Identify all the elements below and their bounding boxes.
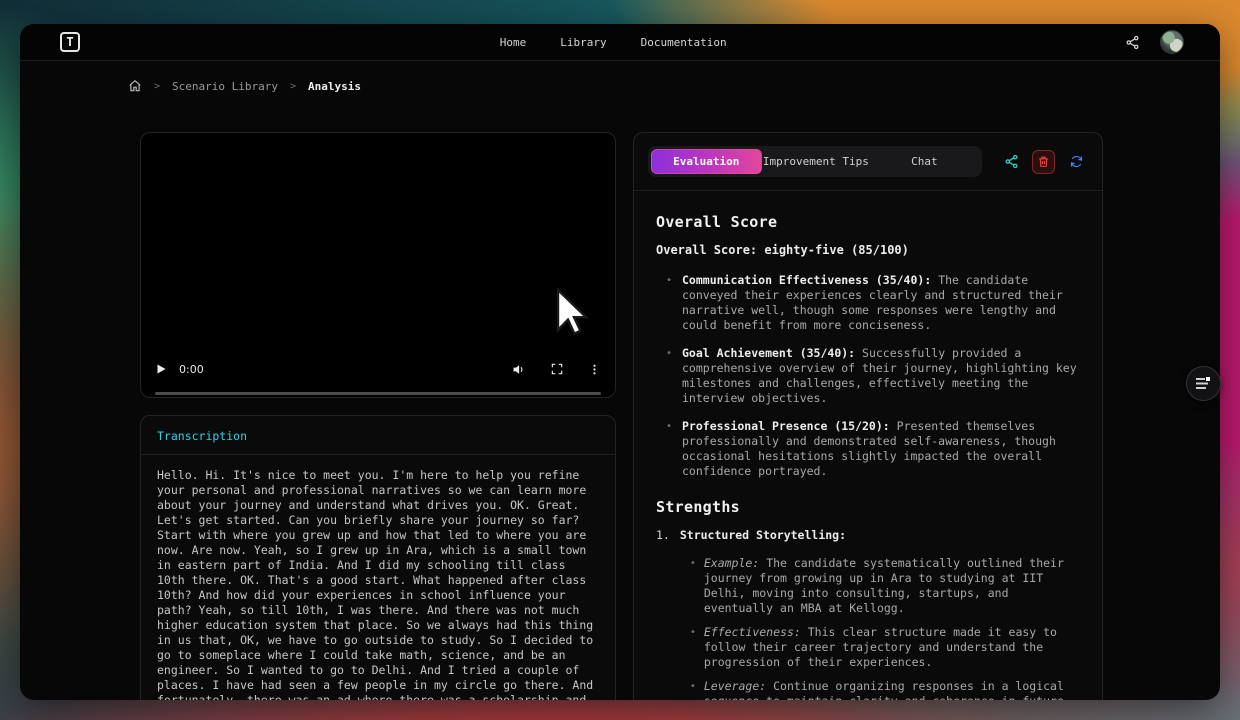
delete-button[interactable]	[1032, 150, 1055, 174]
volume-icon[interactable]	[511, 362, 526, 377]
strength-points: Example: The candidate systematically ou…	[692, 556, 1080, 700]
strength-title: Structured Storytelling:	[680, 528, 846, 542]
breadcrumb-separator: >	[154, 81, 160, 92]
breadcrumb-separator: >	[290, 81, 296, 92]
strength-point: Example: The candidate systematically ou…	[692, 556, 1080, 616]
breadcrumb-analysis: Analysis	[308, 80, 361, 93]
share-analysis-icon[interactable]	[1000, 150, 1023, 174]
nav-item-documentation[interactable]: Documentation	[641, 36, 727, 49]
analysis-header: Evaluation Improvement Tips Chat	[634, 133, 1102, 191]
tab-chat[interactable]: Chat	[870, 149, 979, 174]
nav-item-home[interactable]: Home	[500, 36, 527, 49]
tab-evaluation[interactable]: Evaluation	[651, 149, 762, 174]
criterion-title: Communication Effectiveness (35/40):	[682, 273, 931, 287]
video-controls: 0:00	[141, 351, 615, 387]
video-progress-bar[interactable]	[155, 392, 601, 395]
point-label: Leverage:	[704, 679, 766, 693]
home-icon[interactable]	[128, 79, 142, 93]
criterion-title: Goal Achievement (35/40):	[682, 346, 855, 360]
nav-item-library[interactable]: Library	[560, 36, 606, 49]
refresh-icon[interactable]	[1065, 150, 1088, 174]
top-nav-bar: T Home Library Documentation	[20, 24, 1220, 61]
user-avatar[interactable]	[1160, 30, 1184, 54]
topbar-right	[1125, 30, 1184, 54]
criterion-item: Goal Achievement (35/40): Successfully p…	[670, 346, 1080, 406]
point-label: Effectiveness:	[704, 625, 801, 639]
point-label: Example:	[704, 556, 759, 570]
evaluation-content: Overall Score Overall Score: eighty-five…	[634, 191, 1102, 700]
breadcrumb: > Scenario Library > Analysis	[128, 79, 361, 93]
strength-number: 1.	[656, 528, 670, 700]
criterion-title: Professional Presence (15/20):	[682, 419, 890, 433]
play-icon[interactable]	[155, 363, 167, 375]
strength-point: Leverage: Continue organizing responses …	[692, 679, 1080, 700]
strength-point: Effectiveness: This clear structure made…	[692, 625, 1080, 670]
criterion-item: Professional Presence (15/20): Presented…	[670, 419, 1080, 479]
strength-item: 1. Structured Storytelling: Example: The…	[656, 528, 1080, 700]
fullscreen-icon[interactable]	[550, 362, 564, 376]
filter-lines-icon	[1196, 377, 1211, 390]
analysis-panel: Evaluation Improvement Tips Chat	[633, 132, 1103, 700]
tab-improvement-tips[interactable]: Improvement Tips	[762, 149, 871, 174]
app-window: T Home Library Documentation > Scenario …	[20, 24, 1220, 700]
strengths-heading: Strengths	[656, 500, 1080, 515]
app-logo[interactable]: T	[60, 32, 80, 52]
side-panel-toggle-button[interactable]	[1186, 366, 1221, 401]
criteria-list: Communication Effectiveness (35/40): The…	[670, 273, 1080, 479]
transcription-panel: Transcription Hello. Hi. It's nice to me…	[140, 415, 616, 700]
main-nav: Home Library Documentation	[500, 24, 727, 61]
video-timestamp: 0:00	[179, 363, 204, 376]
video-player[interactable]: 0:00	[140, 132, 616, 398]
transcription-title: Transcription	[141, 416, 615, 455]
overall-score-value: Overall Score: eighty-five (85/100)	[656, 243, 1080, 258]
transcription-text: Hello. Hi. It's nice to meet you. I'm he…	[141, 455, 615, 700]
breadcrumb-scenario-library[interactable]: Scenario Library	[172, 80, 278, 93]
overall-score-heading: Overall Score	[656, 215, 1080, 230]
criterion-item: Communication Effectiveness (35/40): The…	[670, 273, 1080, 333]
analysis-tabbar: Evaluation Improvement Tips Chat	[648, 146, 982, 177]
kebab-menu-icon[interactable]	[588, 363, 601, 376]
share-icon[interactable]	[1125, 35, 1140, 50]
